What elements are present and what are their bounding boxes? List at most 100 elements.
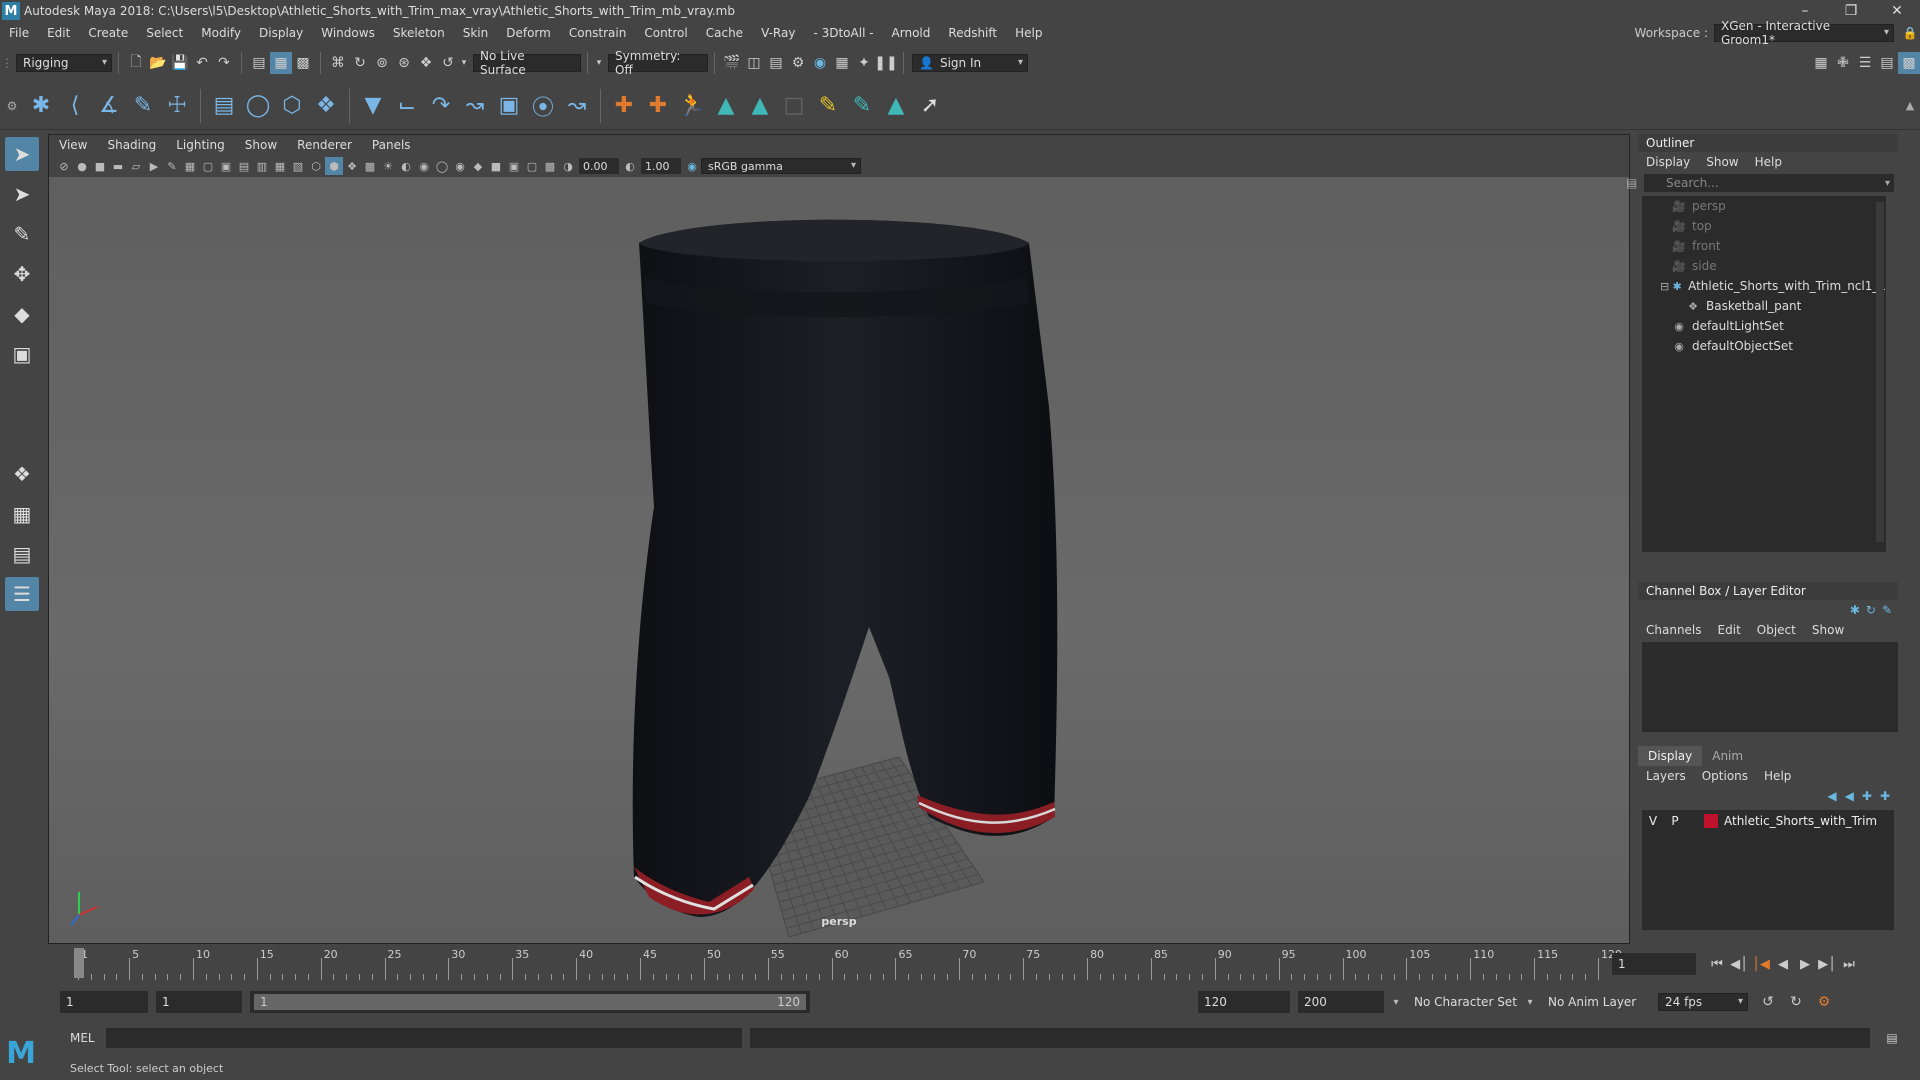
snap-curve-icon[interactable]: ↻ (349, 52, 371, 74)
geometry-constraint-icon[interactable]: ↝ (560, 89, 594, 123)
safe-title-icon[interactable]: ▧ (289, 157, 307, 175)
anim-layer-field[interactable]: No Anim Layer (1542, 991, 1652, 1013)
new-layer-icon[interactable]: ✚ (1862, 789, 1872, 803)
menu-help[interactable]: Help (1006, 26, 1051, 40)
hud-icon[interactable]: ▢ (523, 157, 541, 175)
ipr-render-icon[interactable]: ▤ (765, 52, 787, 74)
tool-settings-icon[interactable]: ▤ (1876, 52, 1898, 74)
viewport-scene[interactable] (49, 177, 1629, 943)
shelf-scroll-icon[interactable]: ▲ (1900, 99, 1920, 112)
aim-constraint-icon[interactable]: ▣ (492, 89, 526, 123)
xray-icon[interactable]: ◉ (415, 157, 433, 175)
exposure-field[interactable]: 0.00 (579, 158, 619, 174)
shelf-settings-icon[interactable]: ⚙ (0, 99, 24, 113)
step-forward-frame-icon[interactable]: ▶│ (1816, 953, 1838, 975)
animation-prefs-icon[interactable]: ⚙ (1810, 994, 1838, 1010)
menu-modify[interactable]: Modify (192, 26, 250, 40)
menu-redshift[interactable]: Redshift (939, 26, 1006, 40)
menu-edit[interactable]: Edit (38, 26, 79, 40)
menu-constrain[interactable]: Constrain (560, 26, 636, 40)
outliner-scrollbar[interactable] (1876, 202, 1884, 542)
chevron-down-icon[interactable]: ▾ (1384, 997, 1408, 1008)
viewport-menu-panels[interactable]: Panels (362, 138, 421, 152)
insert-joint-icon[interactable]: ✎ (126, 89, 160, 123)
live-surface-field[interactable]: No Live Surface (473, 49, 581, 77)
modeling-toolkit-icon[interactable]: ▦ (1810, 52, 1832, 74)
menu-create[interactable]: Create (79, 26, 137, 40)
menu-skin[interactable]: Skin (454, 26, 498, 40)
fps-dropdown[interactable]: 24 fps ▾ (1658, 993, 1748, 1011)
show-manipulator-icon[interactable]: ❖ (5, 457, 39, 491)
command-input[interactable] (106, 1028, 742, 1048)
select-hierarchy-icon[interactable]: ▤ (248, 52, 270, 74)
outliner-menu-help[interactable]: Help (1747, 155, 1790, 169)
gamma-icon[interactable]: ◐ (621, 157, 639, 175)
tab-display[interactable]: Display (1638, 746, 1703, 766)
render-view-icon[interactable]: ▦ (831, 52, 853, 74)
snap-surface-icon[interactable]: ❖ (415, 52, 437, 74)
undo-icon[interactable]: ↶ (191, 52, 213, 74)
lattice-icon[interactable]: ⬡ (275, 89, 309, 123)
playback-start-field[interactable]: 1 (156, 991, 242, 1013)
expand-icon[interactable]: ⊟ (1660, 280, 1669, 293)
joint-tool-icon[interactable]: ✱ (24, 89, 58, 123)
use-lights-icon[interactable]: ☀ (379, 157, 397, 175)
render-sequence-icon[interactable]: ◫ (743, 52, 765, 74)
save-scene-icon[interactable]: 💾 (169, 52, 191, 74)
snap-view-icon[interactable]: ⊛ (393, 52, 415, 74)
playback-end-field[interactable]: 120 (1198, 991, 1290, 1013)
step-back-key-icon[interactable]: ◀│ (1728, 953, 1750, 975)
lock-icon[interactable]: 🔒 (1900, 26, 1920, 40)
channel-menu-object[interactable]: Object (1749, 623, 1804, 637)
menu-cache[interactable]: Cache (697, 26, 752, 40)
go-to-start-icon[interactable]: ⏮ (1706, 953, 1728, 975)
layout-outliner-icon[interactable]: ☰ (5, 577, 39, 611)
menu-arnold[interactable]: Arnold (883, 26, 940, 40)
viewport-menu-renderer[interactable]: Renderer (287, 138, 362, 152)
menu-windows[interactable]: Windows (312, 26, 384, 40)
outliner-item[interactable]: ◉ defaultLightSet (1642, 316, 1886, 336)
2d-pan-icon[interactable]: ▶ (145, 157, 163, 175)
workspace-dropdown[interactable]: XGen - Interactive Groom1* ▾ (1714, 19, 1894, 47)
step-back-frame-icon[interactable]: │◀ (1750, 953, 1772, 975)
point-constraint-icon[interactable]: ⌙ (390, 89, 424, 123)
color-management-icon[interactable]: ◉ (683, 157, 701, 175)
scale-tool-icon[interactable]: ▣ (5, 337, 39, 371)
viewport-menu-show[interactable]: Show (235, 138, 287, 152)
pole-vector-icon[interactable]: ⦿ (526, 89, 560, 123)
render-frame-icon[interactable]: 🎬 (721, 52, 743, 74)
menu-control[interactable]: Control (635, 26, 696, 40)
outliner-item[interactable]: 🎥 persp (1642, 196, 1886, 216)
skin-brush-icon[interactable]: ✎ (845, 89, 879, 123)
channel-refresh-icon[interactable]: ↻ (1866, 603, 1876, 617)
mirror-joint-icon[interactable]: ☩ (160, 89, 194, 123)
tab-anim[interactable]: Anim (1702, 746, 1753, 766)
locator-icon[interactable]: ✚ (607, 89, 641, 123)
auto-key-icon[interactable]: ↻ (1782, 994, 1810, 1010)
camera-attributes-icon[interactable]: ■ (91, 157, 109, 175)
loop-icon[interactable]: ↺ (1754, 994, 1782, 1010)
pick-walk-icon[interactable]: ➚ (913, 89, 947, 123)
channel-menu-edit[interactable]: Edit (1710, 623, 1749, 637)
open-scene-icon[interactable]: 📂 (147, 52, 169, 74)
attribute-editor-icon[interactable]: ☰ (1854, 52, 1876, 74)
outliner-menu-show[interactable]: Show (1698, 155, 1746, 169)
lasso-tool-icon[interactable]: ➤ (5, 177, 39, 211)
smooth-shade-icon[interactable]: ⬢ (325, 157, 343, 175)
go-to-end-icon[interactable]: ⏭ (1838, 953, 1860, 975)
quick-rig-icon[interactable]: ▲ (879, 89, 913, 123)
outliner-item[interactable]: 🎥 front (1642, 236, 1886, 256)
gamma-field[interactable]: 1.00 (641, 158, 681, 174)
layer-color-swatch[interactable] (1704, 814, 1718, 828)
scale-constraint-icon[interactable]: ↝ (458, 89, 492, 123)
empty-slot-icon[interactable]: □ (777, 89, 811, 123)
paint-select-icon[interactable]: ✎ (5, 217, 39, 251)
menu-set-dropdown[interactable]: Rigging ▾ (16, 54, 112, 72)
channel-options-icon[interactable]: ✱ (1850, 603, 1860, 617)
smooth-bind-icon[interactable]: ◯ (241, 89, 275, 123)
outliner-item[interactable]: ◉ defaultObjectSet (1642, 336, 1886, 356)
play-backward-icon[interactable]: ◀ (1772, 953, 1794, 975)
menu-display[interactable]: Display (250, 26, 312, 40)
depth-of-field-icon[interactable]: ▩ (541, 157, 559, 175)
hik-character-icon[interactable]: ▲ (709, 89, 743, 123)
